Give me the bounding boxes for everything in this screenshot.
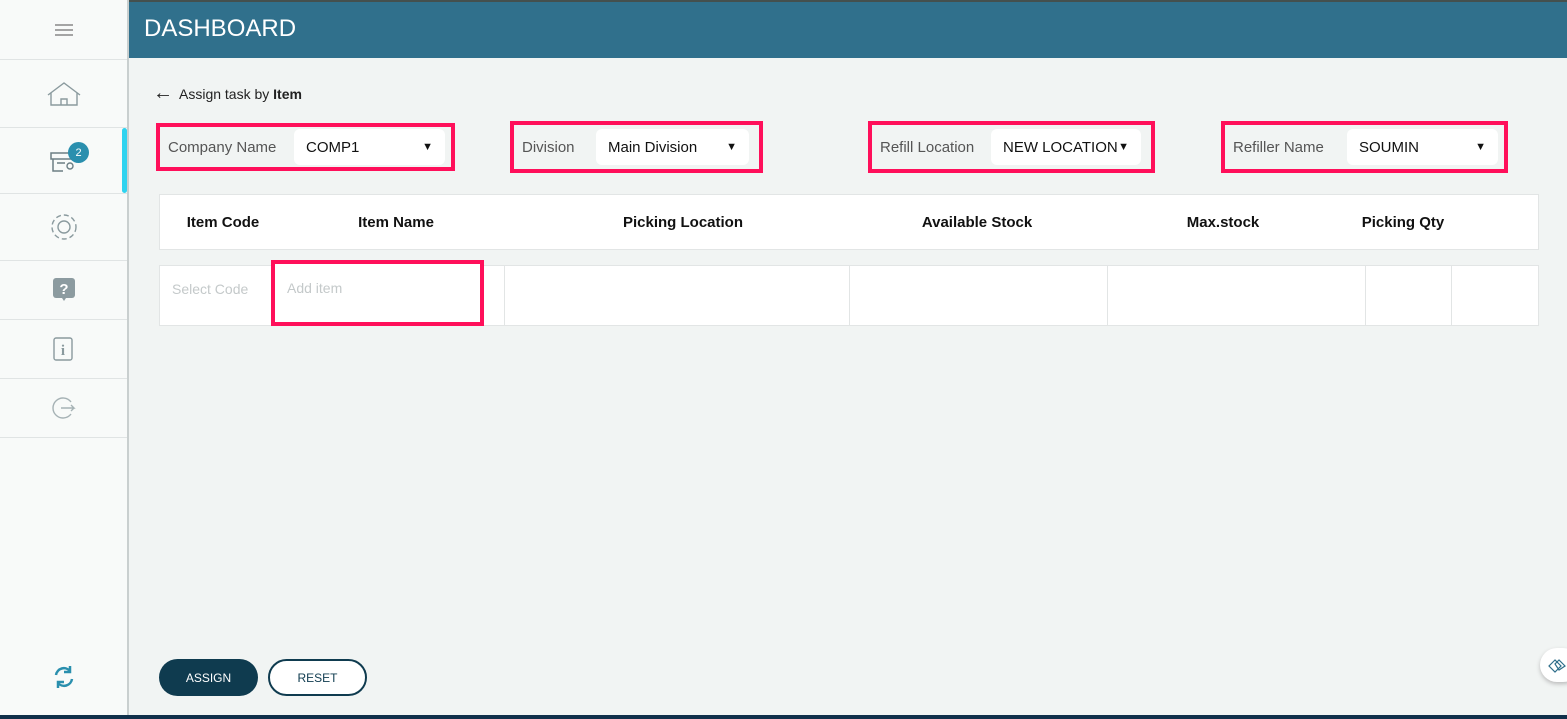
info-icon: i [52, 337, 73, 361]
logout-icon [51, 397, 76, 419]
refiller-value: SOUMIN [1359, 138, 1419, 156]
reset-button[interactable]: RESET [268, 659, 367, 696]
available-stock-cell [849, 265, 1108, 326]
table-cell [483, 265, 505, 326]
sidebar-item-home[interactable] [0, 60, 127, 128]
caret-down-icon: ▼ [726, 141, 737, 153]
gear-icon [50, 214, 77, 240]
col-available-stock: Available Stock [921, 214, 1033, 231]
menu-icon [54, 23, 73, 36]
sidebar-item-logout[interactable] [0, 379, 127, 438]
picking-qty-cell [1365, 265, 1452, 326]
assign-button[interactable]: ASSIGN [159, 659, 258, 696]
company-value: COMP1 [306, 138, 360, 156]
company-filter: Company Name COMP1 ▼ [156, 123, 455, 171]
refiller-filter: Refiller Name SOUMIN ▼ [1221, 121, 1508, 173]
widget-icon [1548, 659, 1566, 673]
col-item-code: Item Code [186, 214, 260, 231]
col-max-stock: Max.stock [1186, 214, 1260, 231]
caret-down-icon: ▼ [422, 141, 433, 153]
sidebar-item-info[interactable]: i [0, 320, 127, 379]
division-label: Division [522, 138, 575, 156]
home-icon [47, 81, 80, 106]
division-select[interactable]: Main Division ▼ [596, 129, 749, 165]
company-select[interactable]: COMP1 ▼ [294, 129, 445, 165]
select-code-placeholder: Select Code [172, 281, 249, 297]
action-cell [1451, 265, 1539, 326]
picking-location-cell [504, 265, 850, 326]
company-label: Company Name [168, 138, 277, 156]
bottom-border [0, 715, 1567, 719]
arrow-left-icon: ← [153, 82, 173, 104]
refill-location-label: Refill Location [880, 138, 975, 156]
refill-location-value: NEW LOCATION [1003, 138, 1118, 156]
refiller-select[interactable]: SOUMIN ▼ [1347, 129, 1498, 165]
division-filter: Division Main Division ▼ [510, 121, 763, 173]
sidebar-item-tasks[interactable] [0, 128, 127, 194]
col-picking-qty: Picking Qty [1361, 214, 1445, 231]
division-value: Main Division [608, 138, 698, 156]
tasks-badge: 2 [68, 142, 89, 163]
select-code-input[interactable]: Select Code [159, 265, 274, 326]
help-icon: ? [52, 278, 75, 301]
sync-button[interactable] [51, 664, 77, 695]
back-label: Assign task by [179, 85, 274, 102]
sidebar-item-help[interactable]: ? [0, 261, 127, 320]
col-item-name: Item Name [358, 214, 434, 231]
sync-icon [54, 666, 74, 688]
svg-text:i: i [60, 343, 64, 359]
active-indicator [122, 128, 127, 193]
page-title: DASHBOARD [144, 15, 297, 42]
max-stock-cell [1107, 265, 1366, 326]
col-picking-location: Picking Location [622, 214, 744, 231]
sidebar-item-settings[interactable] [0, 194, 127, 261]
refill-location-select[interactable]: NEW LOCATION ▼ [991, 129, 1141, 165]
back-label-bold: Item [273, 85, 302, 102]
sidebar: 2 ? i [0, 0, 129, 719]
floating-widget-button[interactable] [1540, 648, 1567, 682]
back-link[interactable]: ← Assign task by Item [153, 82, 302, 105]
caret-down-icon: ▼ [1475, 141, 1486, 153]
caret-down-icon: ▼ [1118, 141, 1129, 153]
add-item-input[interactable]: Add item [271, 260, 484, 326]
header-bar [129, 0, 1567, 58]
menu-button[interactable] [0, 0, 127, 60]
refiller-label: Refiller Name [1233, 138, 1324, 156]
add-item-placeholder: Add item [287, 280, 343, 296]
refill-location-filter: Refill Location NEW LOCATION ▼ [868, 121, 1155, 173]
svg-text:?: ? [59, 281, 68, 298]
